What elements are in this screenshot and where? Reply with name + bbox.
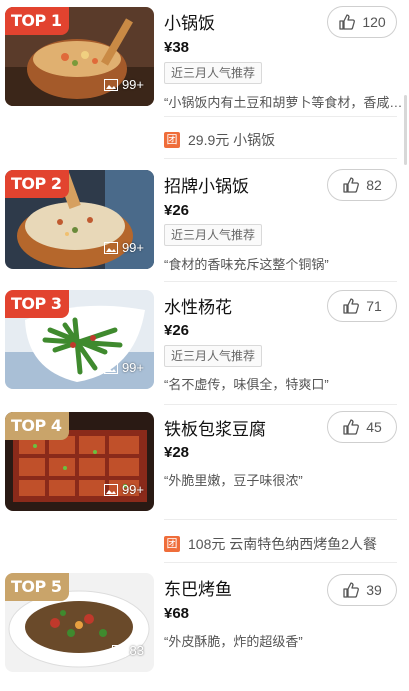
like-count: 120 (362, 14, 386, 30)
list-item[interactable]: TOP 2 99+ 招牌小锅饭 ¥26 近三月人气推荐 “食材的香味充斥这整个铜… (0, 160, 409, 285)
review-quote: “外皮酥脆，炸的超级香” (164, 634, 303, 649)
like-button[interactable]: 82 (327, 169, 397, 201)
photo-count: 99+ (103, 240, 144, 255)
dish-photo[interactable]: TOP 3 99+ (5, 290, 154, 389)
dish-price: ¥28 (164, 444, 190, 461)
review-quote: “外脆里嫩，豆子味很浓” (164, 473, 303, 488)
dish-price: ¥68 (164, 605, 190, 622)
thumbs-up-icon (343, 298, 360, 314)
dish-name[interactable]: 铁板包浆豆腐 (164, 415, 266, 440)
list-item[interactable]: TOP 5 83 东巴烤鱼 ¥68 “外皮酥脆，炸的超级香” 39 (0, 563, 409, 691)
image-icon (103, 241, 118, 254)
photo-count-value: 99+ (121, 240, 144, 255)
photo-count: 99+ (103, 482, 144, 497)
photo-count: 83 (111, 643, 144, 658)
dish-name[interactable]: 水性杨花 (164, 293, 232, 318)
group-deal-icon: 团 (164, 536, 180, 552)
rank-badge: TOP 1 (5, 7, 70, 35)
review-quote: “名不虚传，味俱全，特爽口” (164, 377, 329, 392)
photo-count-value: 83 (129, 643, 144, 658)
rank-badge: TOP 2 (5, 170, 70, 198)
divider (164, 519, 397, 520)
photo-count-value: 99+ (121, 77, 144, 92)
dish-photo[interactable]: TOP 2 99+ (5, 170, 154, 269)
popularity-tag: 近三月人气推荐 (164, 345, 263, 367)
image-icon (103, 483, 118, 496)
thumbs-up-icon (343, 419, 360, 435)
thumbs-up-icon (343, 582, 360, 598)
list-item[interactable]: TOP 1 99+ 小锅饭 ¥38 近三月人气推荐 “小锅饭内有土豆和胡萝卜等食… (0, 0, 409, 160)
like-button[interactable]: 39 (327, 574, 397, 606)
divider (164, 158, 397, 159)
dish-price: ¥26 (164, 202, 190, 219)
rank-badge: TOP 5 (5, 573, 70, 601)
popularity-tag: 近三月人气推荐 (164, 224, 263, 246)
like-count: 71 (366, 298, 382, 314)
dish-ranking-list: TOP 1 99+ 小锅饭 ¥38 近三月人气推荐 “小锅饭内有土豆和胡萝卜等食… (0, 0, 409, 691)
thumbs-up-icon (343, 177, 360, 193)
like-button[interactable]: 45 (327, 411, 397, 443)
photo-count-value: 99+ (121, 360, 144, 375)
list-item[interactable]: TOP 3 99+ 水性杨花 ¥26 近三月人气推荐 “名不虚传，味俱全，特爽口… (0, 285, 409, 407)
dish-name[interactable]: 小锅饭 (164, 9, 215, 34)
dish-name[interactable]: 招牌小锅饭 (164, 172, 249, 197)
dish-photo[interactable]: TOP 5 83 (5, 573, 154, 672)
like-count: 82 (366, 177, 382, 193)
image-icon (103, 361, 118, 374)
group-deal-text: 29.9元 小锅饭 (188, 132, 276, 148)
dish-photo[interactable]: TOP 4 99+ (5, 412, 154, 511)
like-button[interactable]: 120 (327, 6, 397, 38)
divider (164, 116, 397, 117)
image-icon (111, 644, 126, 657)
group-deal-icon: 团 (164, 132, 180, 148)
review-quote: “小锅饭内有土豆和胡萝卜等食材，香咸… (164, 95, 403, 110)
list-item[interactable]: TOP 4 99+ 铁板包浆豆腐 ¥28 “外脆里嫩，豆子味很浓” 45 团 1… (0, 407, 409, 563)
dish-photo[interactable]: TOP 1 99+ (5, 7, 154, 106)
group-deal[interactable]: 团 108元 云南特色纳西烤鱼2人餐 (164, 534, 377, 554)
like-count: 39 (366, 582, 382, 598)
image-icon (103, 78, 118, 91)
rank-badge: TOP 4 (5, 412, 70, 440)
like-count: 45 (366, 419, 382, 435)
photo-count: 99+ (103, 77, 144, 92)
popularity-tag: 近三月人气推荐 (164, 62, 263, 84)
rank-badge: TOP 3 (5, 290, 70, 318)
photo-count: 99+ (103, 360, 144, 375)
group-deal-text: 108元 云南特色纳西烤鱼2人餐 (188, 536, 378, 552)
divider (164, 281, 397, 282)
dish-price: ¥38 (164, 39, 190, 56)
divider (164, 404, 397, 405)
thumbs-up-icon (339, 14, 356, 30)
dish-name[interactable]: 东巴烤鱼 (164, 575, 232, 600)
dish-price: ¥26 (164, 322, 190, 339)
review-quote: “食材的香味充斥这整个铜锅” (164, 257, 329, 272)
like-button[interactable]: 71 (327, 290, 397, 322)
group-deal[interactable]: 团 29.9元 小锅饭 (164, 130, 275, 150)
photo-count-value: 99+ (121, 482, 144, 497)
